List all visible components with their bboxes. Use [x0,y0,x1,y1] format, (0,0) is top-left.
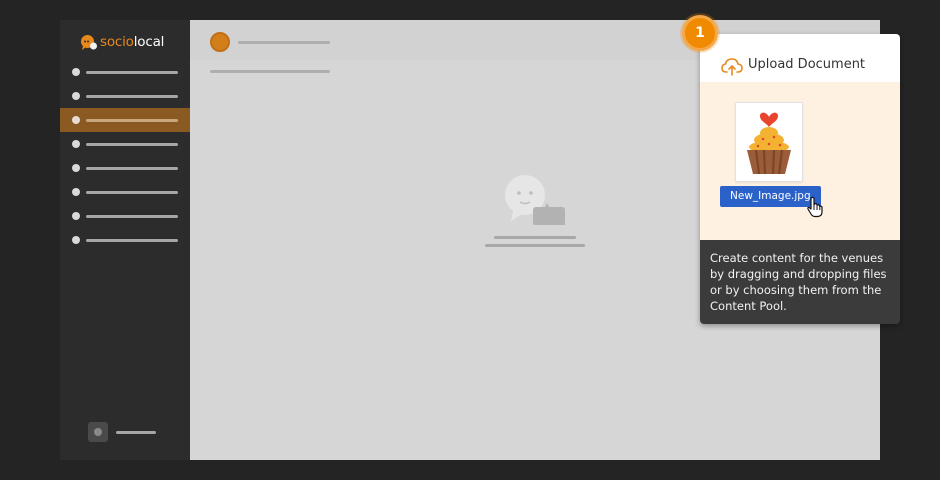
logo[interactable]: sociolocal [80,32,164,52]
nav-label-placeholder [86,238,178,242]
nav-label-placeholder [86,94,178,98]
tooltip-description: Create content for the venues by draggin… [710,251,887,313]
nav-dot-icon [72,212,80,220]
venue-avatar[interactable] [210,32,230,52]
chat-bubble-logo-icon [80,34,97,51]
upload-drop-zone[interactable]: New_Image.jpg [700,82,900,240]
cupcake-image-icon [747,112,791,175]
nav-dot-icon [72,116,80,124]
empty-submessage-placeholder [485,244,585,247]
hand-pointer-icon [807,196,823,218]
sidebar-item-2[interactable] [60,84,190,108]
sidebar-item-6[interactable] [60,180,190,204]
empty-message-placeholder [494,236,576,239]
sidebar-item-8[interactable] [60,228,190,252]
page-title-placeholder [210,70,330,73]
onboarding-tooltip: Upload Document New_Image.jpg Create con… [700,34,900,324]
nav-label-placeholder [86,166,178,170]
nav-dot-icon [72,236,80,244]
tooltip-body: Create content for the venues by draggin… [700,240,900,324]
nav-label-placeholder [86,70,178,74]
logo-prefix: socio [100,34,134,50]
sidebar-item-1[interactable] [60,60,190,84]
nav-dot-icon [72,92,80,100]
user-name-placeholder [116,430,156,434]
sidebar-item-5[interactable] [60,156,190,180]
tooltip-header: Upload Document [700,34,900,82]
header-title-placeholder [238,41,330,44]
nav-dot-icon [72,164,80,172]
nav-label-placeholder [86,118,178,122]
empty-state [485,175,585,255]
nav-dot-icon [72,188,80,196]
sidebar: sociolocal [60,20,190,460]
tooltip-title: Upload Document [748,57,866,72]
logo-suffix: local [133,34,165,50]
sidebar-item-7[interactable] [60,204,190,228]
nav-dot-icon [72,140,80,148]
logo-text: sociolocal [100,34,164,50]
file-thumbnail[interactable] [735,102,803,182]
nav-label-placeholder [86,190,178,194]
sidebar-item-3[interactable] [60,108,190,132]
user-avatar[interactable] [88,422,108,442]
cloud-upload-icon [721,58,743,76]
onboarding-step-badge: 1 [682,15,718,51]
nav-label-placeholder [86,142,178,146]
nav-dot-icon [72,68,80,76]
nav-label-placeholder [86,214,178,218]
sidebar-item-4[interactable] [60,132,190,156]
sidebar-footer[interactable] [88,422,156,442]
chat-bubbles-icon [505,175,565,225]
